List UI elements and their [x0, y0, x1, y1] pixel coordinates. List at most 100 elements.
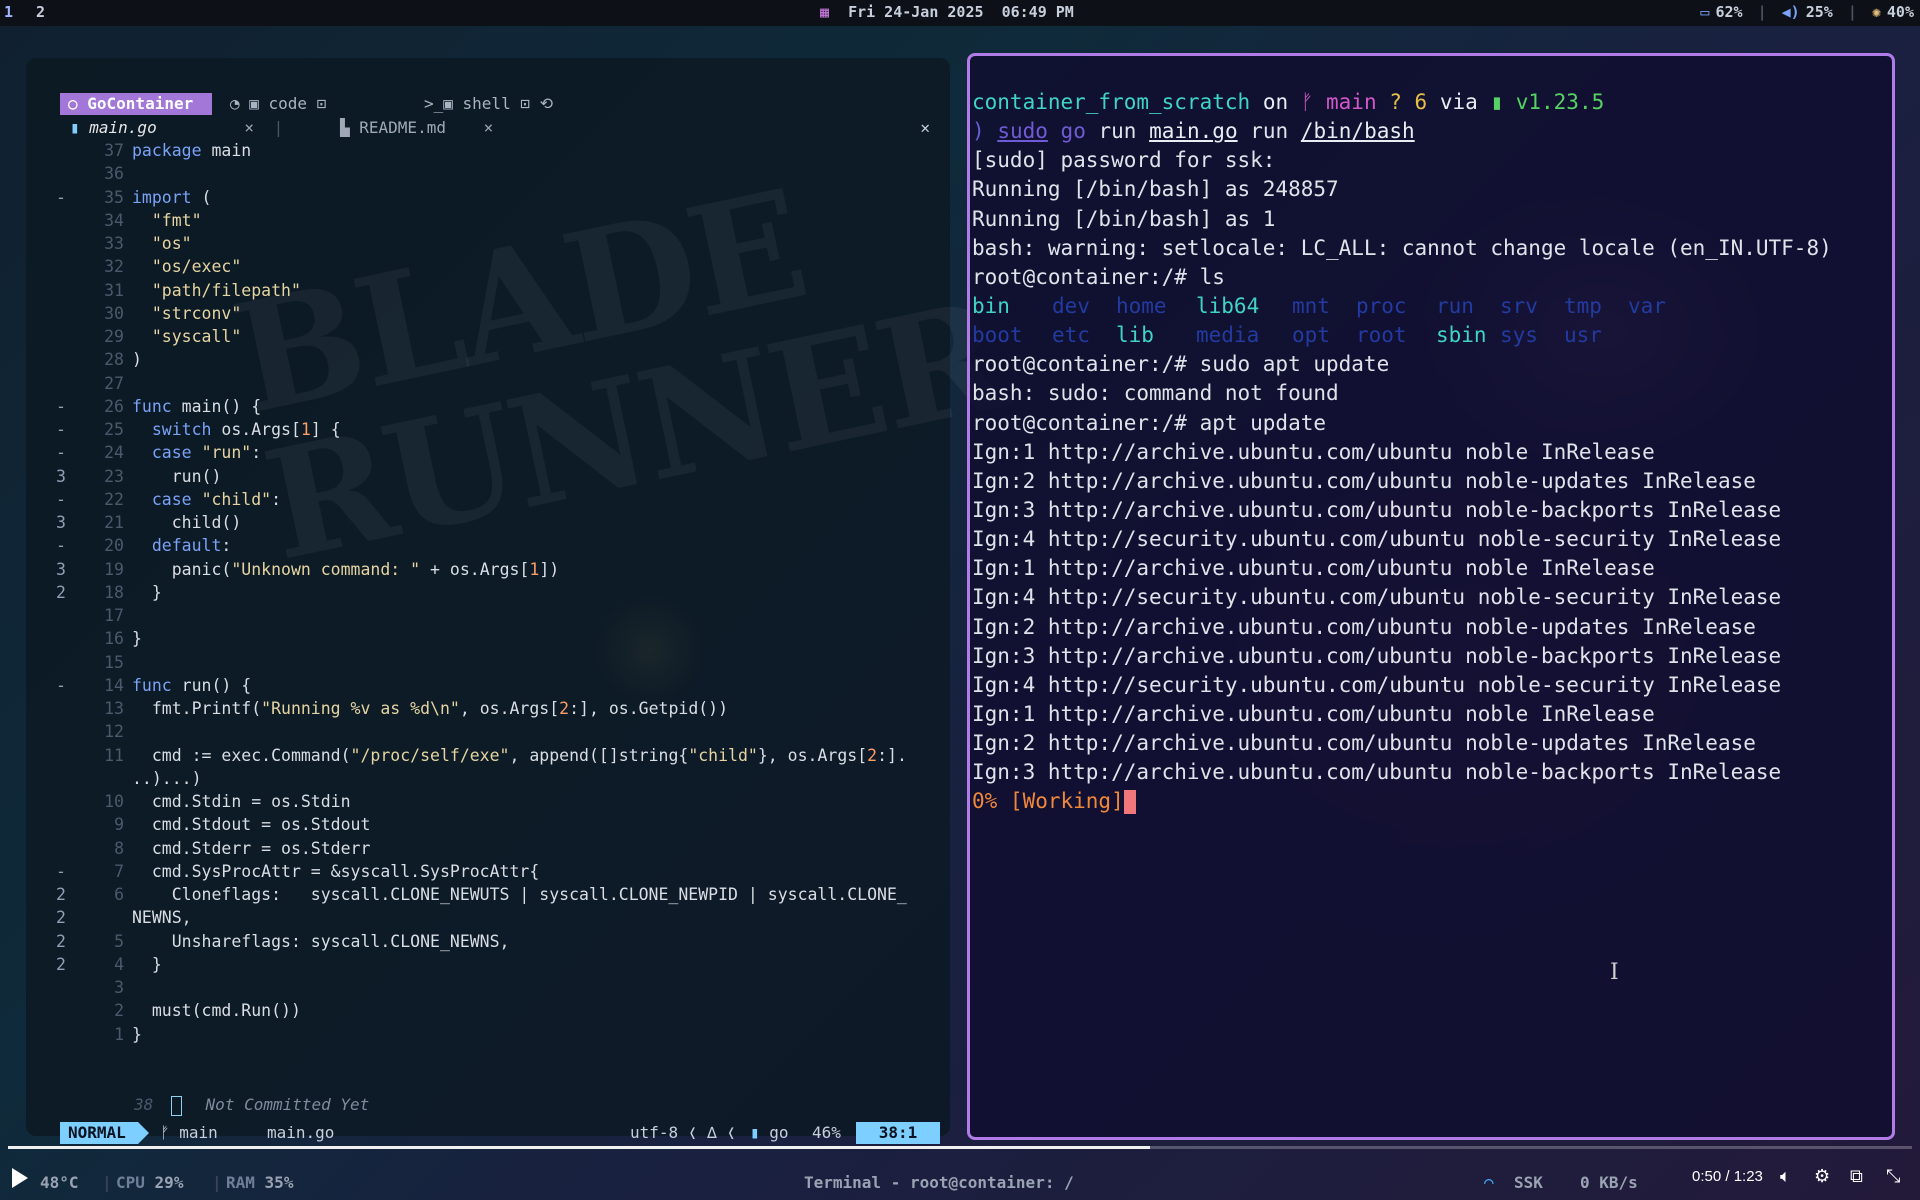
code-text: "path/filepath" [151, 280, 301, 300]
datetime-text: Fri 24-Jan 2025 06:49 PM [848, 3, 1074, 21]
window-title: Terminal - root@container: / [804, 1173, 1074, 1192]
code-line[interactable]: 10 cmd.Stdin = os.Stdin [56, 790, 946, 813]
code-line[interactable]: - 26 func main() { [56, 395, 946, 418]
code-line[interactable]: 30 "strconv" [56, 302, 946, 325]
code-text: "os" [151, 234, 192, 253]
code-text: cmd.Stdout = os.Stdout [132, 815, 371, 835]
workspace-1[interactable]: 1 [4, 3, 13, 21]
code-line[interactable]: 2 4 } [56, 953, 946, 976]
code-line[interactable]: 36 [56, 162, 946, 185]
line-number: 32 [104, 257, 124, 277]
terminal-output[interactable]: container_from_scratch on ᚠ main ? 6 via… [972, 88, 1892, 817]
code-line[interactable]: 2 18 } [56, 581, 946, 604]
code-line[interactable]: 1} [56, 1023, 946, 1046]
code-line[interactable]: 2 5 Unshareflags: syscall.CLONE_NEWNS, [56, 930, 946, 953]
code-area[interactable]: 37 package main 36-35 import (34 "fmt" 33 "o… [56, 139, 946, 1046]
code-line[interactable]: 3 21 child() [56, 511, 946, 534]
battery-value: 62% [1715, 3, 1743, 21]
code-line[interactable]: 16} [56, 627, 946, 650]
git-blame-line: 38 Not Committed Yet [134, 1095, 369, 1116]
code-line[interactable]: - 7 cmd.SysProcAttr = &syscall.SysProcAtt… [56, 860, 946, 883]
fold-sign: 3 [56, 559, 66, 579]
code-line[interactable]: - 35 import ( [56, 186, 946, 209]
tab-code[interactable]: ◔ ▣ code ⊡ [230, 93, 326, 115]
fold-sign: - [56, 396, 66, 416]
code-line[interactable]: ..)...) [56, 767, 946, 790]
scroll-percent: 46% [812, 1123, 841, 1142]
video-progress-bar[interactable] [8, 1146, 1912, 1149]
code-line[interactable]: - 24 case "run": [56, 441, 946, 464]
code-line[interactable]: 2 NEWNS, [56, 906, 946, 929]
code-line[interactable]: 17 [56, 604, 946, 627]
code-text: fmt.Printf("Running %v as %d\n", os.Args… [132, 699, 729, 718]
tab-gocontainer[interactable]: ○ GoContainer [60, 93, 212, 115]
line-number: 38 [134, 1095, 154, 1114]
tab-window-icon: ◔ ▣ [230, 94, 269, 113]
terminal-line: root@container:/# sudo apt update [972, 352, 1390, 377]
line-number: 7 [114, 861, 124, 881]
code-line[interactable]: 3 23 run() [56, 465, 946, 488]
line-number: 34 [104, 210, 124, 230]
code-line[interactable]: 33 "os" [56, 232, 946, 255]
code-line[interactable]: - 20 default: [56, 534, 946, 557]
neovim-window[interactable]: BLADE RUNNER ○ GoContainer ◔ ▣ code ⊡ >_▣… [26, 58, 1016, 1144]
code-line[interactable]: 29 "syscall" [56, 325, 946, 348]
terminal-window[interactable]: container_from_scratch on ᚠ main ? 6 via… [967, 53, 1895, 1140]
branch-icon: ᚠ [160, 1123, 180, 1142]
code-text: package main [132, 141, 252, 160]
code-line[interactable]: - 22 case "child": [56, 488, 946, 511]
line-number: 29 [104, 327, 124, 346]
volume-icon[interactable]: ◀) [1782, 3, 1800, 21]
code-line[interactable]: 31 "path/filepath" [56, 279, 946, 302]
buffer-close-icon[interactable]: × [244, 118, 254, 137]
code-text: } [132, 629, 142, 649]
brightness-icon[interactable]: ✺ [1872, 3, 1881, 21]
system-tray: ▭ 62% | ◀) 25% | ✺ 40% [1694, 3, 1914, 21]
code-line[interactable]: 9 cmd.Stdout = os.Stdout [56, 813, 946, 836]
clock: ▦ Fri 24-Jan 2025 06:49 PM [820, 3, 1074, 21]
code-line[interactable]: 27 [56, 372, 946, 395]
tab-shell[interactable]: >_▣ shell ⊡ ⟲ [424, 93, 553, 115]
code-line[interactable]: 2 must(cmd.Run()) [56, 999, 946, 1022]
code-line[interactable]: 32 "os/exec" [56, 255, 946, 278]
code-line[interactable]: 2 6 Cloneflags: syscall.CLONE_NEWUTS | sy… [56, 883, 946, 906]
line-number: 16 [104, 629, 124, 649]
code-text: "strconv" [151, 303, 242, 323]
code-line[interactable]: 3 [56, 976, 946, 999]
buffer-close-icon[interactable]: × [484, 118, 494, 137]
git-branch: ᚠ main [160, 1123, 218, 1142]
code-text: "syscall" [151, 327, 242, 346]
code-line[interactable]: 12 [56, 720, 946, 743]
workspace-2[interactable]: 2 [36, 3, 45, 21]
code-text: cmd.Stdin = os.Stdin [132, 792, 351, 811]
fold-sign: 3 [56, 513, 66, 532]
line-number: 14 [104, 675, 124, 695]
code-line[interactable]: 37 package main [56, 139, 946, 162]
top-status-bar: 1 2 ▦ Fri 24-Jan 2025 06:49 PM ▭ 62% | ◀)… [0, 0, 1920, 26]
ls-entry: srv [1500, 293, 1538, 318]
apt-progress: 0% [Working] [972, 787, 1892, 816]
volume-value: 25% [1805, 3, 1833, 21]
code-line[interactable]: 8 cmd.Stderr = os.Stderr [56, 837, 946, 860]
code-line[interactable]: 13 fmt.Printf("Running %v as %d\n", os.A… [56, 697, 946, 720]
close-icon[interactable]: ✕ [920, 117, 930, 139]
line-number: 28 [104, 350, 124, 370]
ls-output-row: bin dev home lib64 mnt proc run srv tmp var [972, 292, 1892, 321]
terminal-icon: >_▣ [424, 94, 463, 113]
code-line[interactable]: 34 "fmt" [56, 209, 946, 232]
code-text: default: [151, 536, 232, 556]
ls-entry: sys [1500, 323, 1538, 348]
buffer-main-go[interactable]: ▮ main.go × | [70, 117, 283, 139]
code-line[interactable]: 15 [56, 651, 946, 674]
line-number: 36 [104, 164, 124, 184]
line-number: 26 [104, 396, 124, 416]
code-line[interactable]: 28) [56, 348, 946, 371]
buffer-readme[interactable]: ▙ README.md × [340, 117, 493, 139]
code-line[interactable]: 11 cmd := exec.Command("/proc/self/exe",… [56, 744, 946, 767]
line-number: 2 [114, 1001, 124, 1021]
code-line[interactable]: 3 19 panic("Unknown command: " + os.Args[… [56, 558, 946, 581]
code-line[interactable]: - 25 switch os.Args[1] { [56, 418, 946, 441]
markdown-file-icon: ▙ [340, 118, 360, 137]
code-line[interactable]: - 14 func run() { [56, 674, 946, 697]
fold-sign: - [56, 489, 66, 509]
